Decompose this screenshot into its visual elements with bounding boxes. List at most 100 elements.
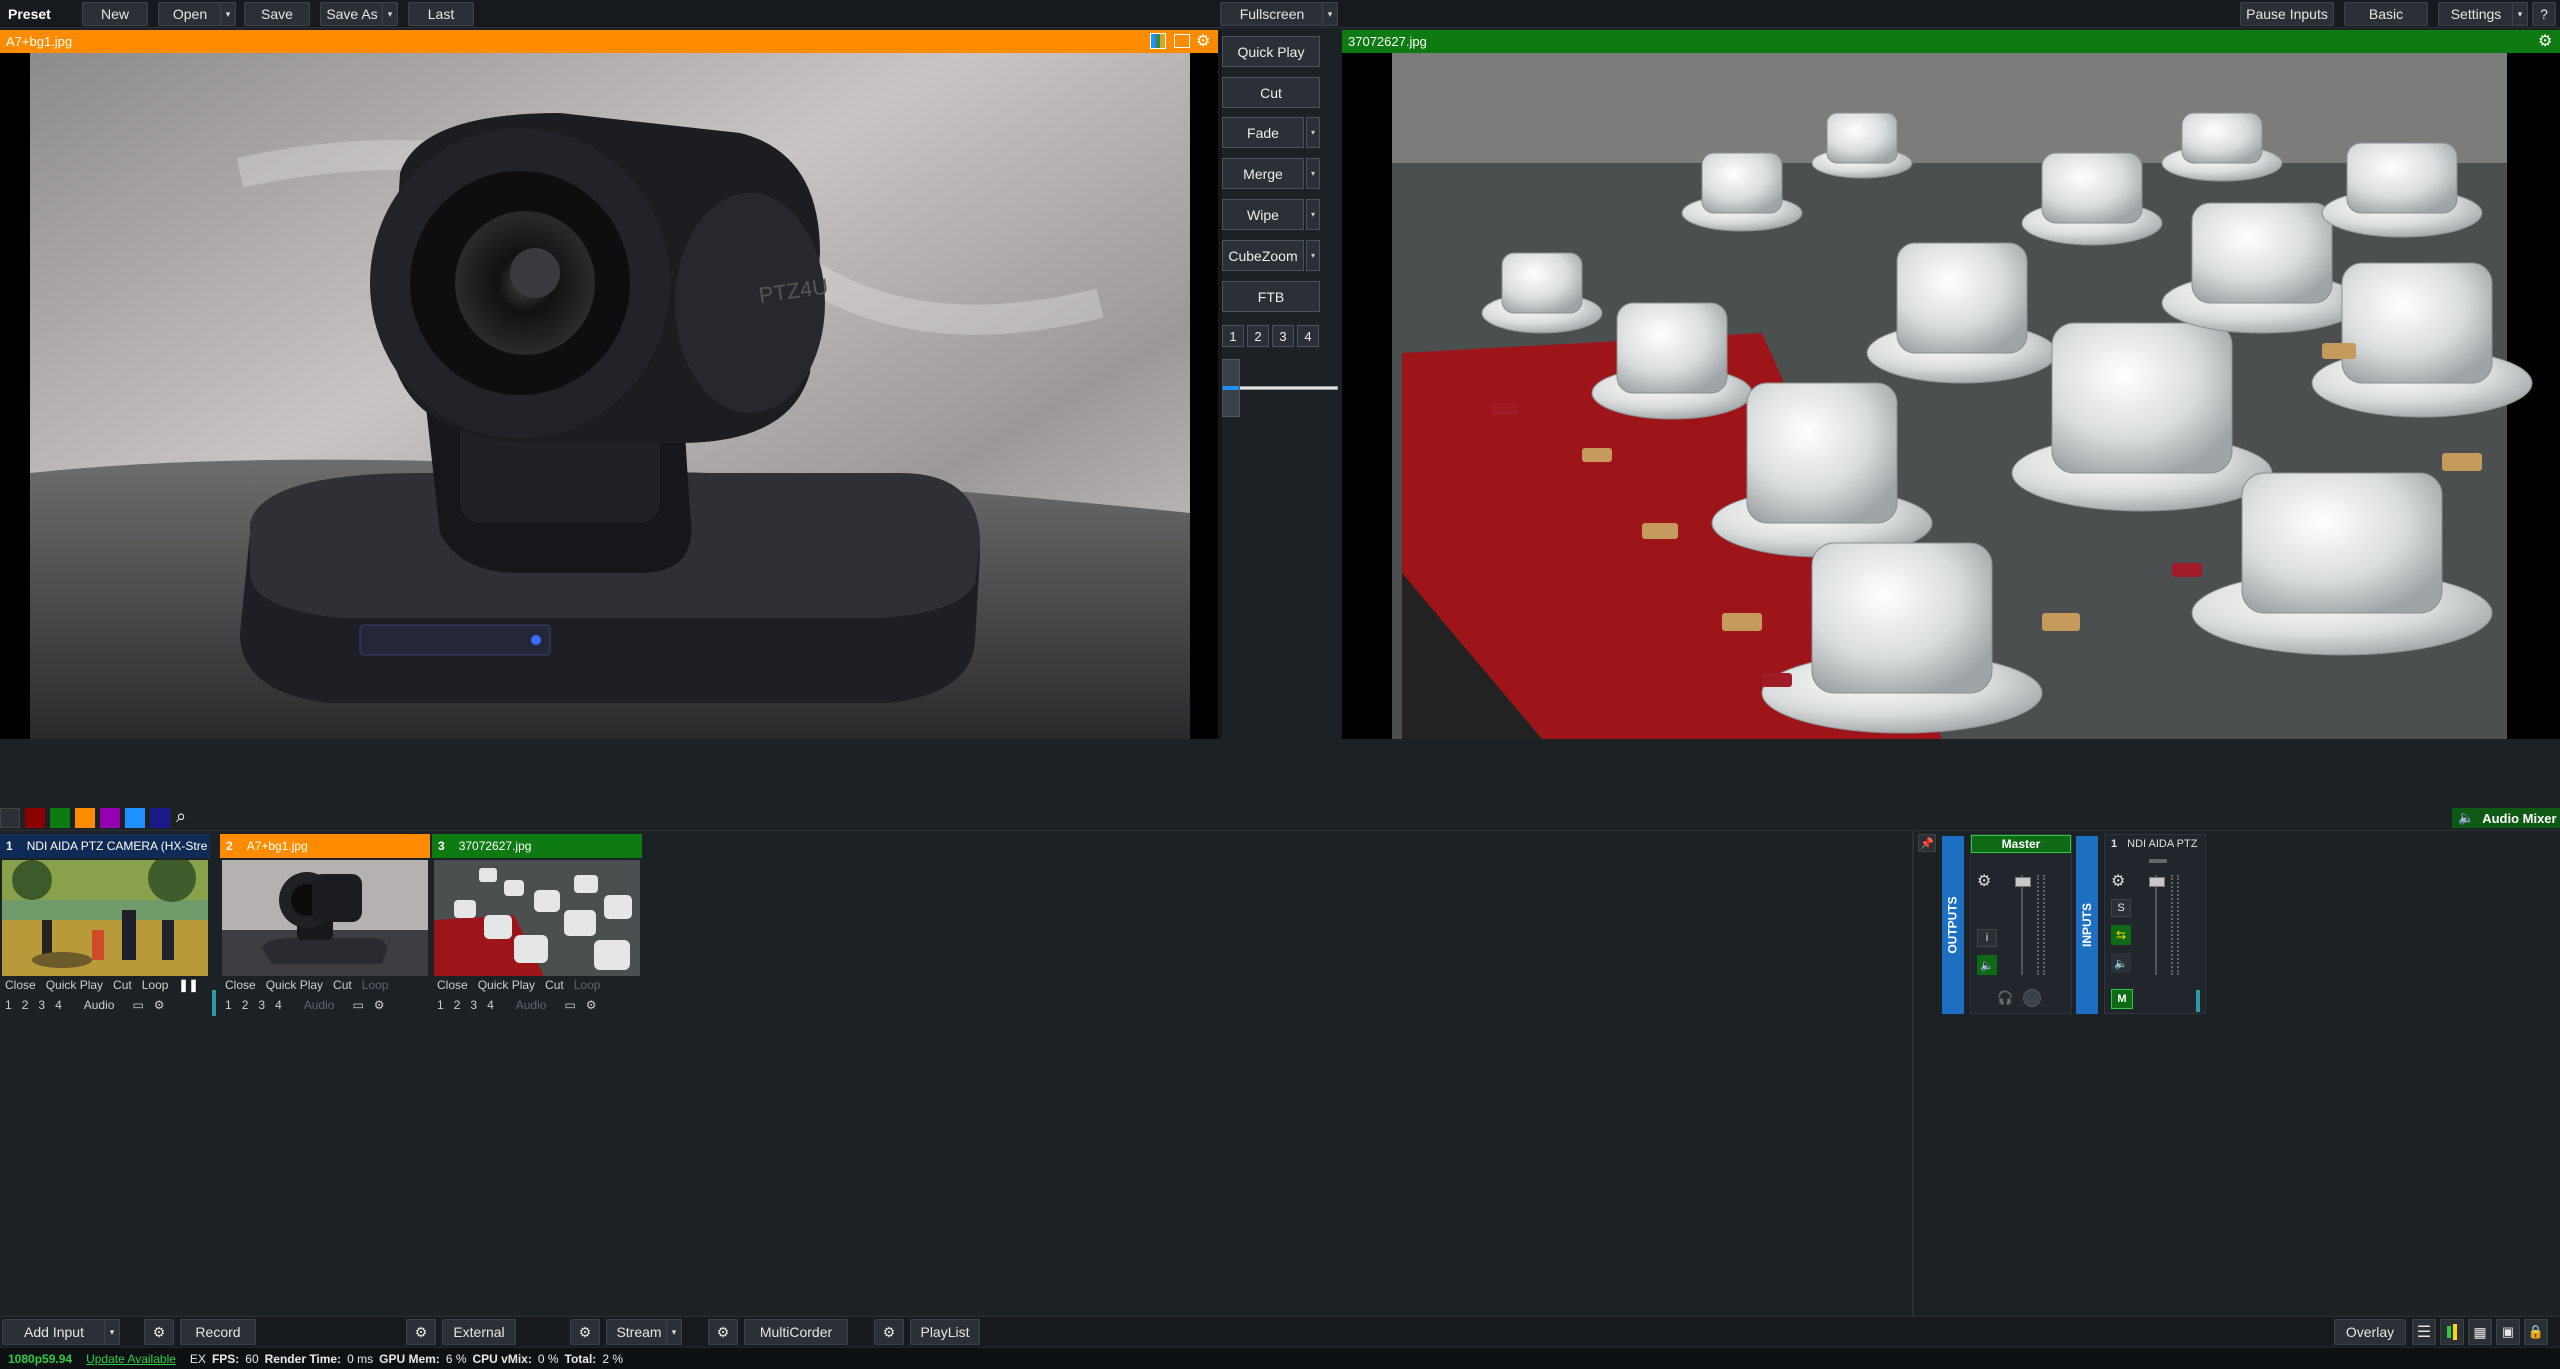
- open-dropdown-caret[interactable]: ▾: [220, 2, 236, 26]
- new-button[interactable]: New: [82, 2, 148, 26]
- search-icon[interactable]: ⌕: [176, 806, 186, 827]
- color-filter-purple[interactable]: [100, 808, 120, 828]
- quick-play-button[interactable]: Quick Play: [1222, 36, 1320, 67]
- merge-button[interactable]: Merge: [1222, 158, 1304, 189]
- input-2-audio-button[interactable]: Audio: [299, 998, 340, 1012]
- input-2-overlay-3-button[interactable]: 3: [253, 998, 270, 1012]
- program-viewport[interactable]: [1342, 53, 2560, 739]
- playlist-settings-gear-icon[interactable]: ⚙: [874, 1319, 904, 1345]
- input-1-loop-button[interactable]: Loop: [137, 978, 174, 992]
- stream-settings-gear-icon[interactable]: ⚙: [570, 1319, 600, 1345]
- master-info-button[interactable]: i: [1977, 929, 1997, 947]
- master-fader-track[interactable]: [2021, 875, 2023, 975]
- gear-icon[interactable]: ⚙: [1196, 31, 1210, 51]
- input-1-cut-button[interactable]: Cut: [108, 978, 137, 992]
- help-button[interactable]: ?: [2532, 2, 2556, 26]
- overlay-preview-icon[interactable]: [1174, 34, 1190, 48]
- pin-icon[interactable]: 📌: [1918, 834, 1936, 852]
- input-1-close-button[interactable]: Close: [0, 978, 41, 992]
- color-filter-blue[interactable]: [125, 808, 145, 828]
- wipe-dropdown-caret[interactable]: ▾: [1306, 199, 1320, 230]
- input-1-overlay-4-button[interactable]: 4: [50, 998, 67, 1012]
- monitor-icon[interactable]: ▭: [127, 998, 148, 1012]
- pause-icon[interactable]: ❚❚: [173, 978, 203, 992]
- input-3-overlay-2-button[interactable]: 2: [449, 998, 466, 1012]
- lock-icon[interactable]: 🔒: [2524, 1319, 2548, 1345]
- overlay-button[interactable]: Overlay: [2334, 1319, 2406, 1345]
- channel-1-fader-handle[interactable]: [2149, 877, 2165, 887]
- input-1-overlay-1-button[interactable]: 1: [0, 998, 17, 1012]
- wipe-button[interactable]: Wipe: [1222, 199, 1304, 230]
- input-1-audio-button[interactable]: Audio: [79, 998, 120, 1012]
- color-filter-red[interactable]: [25, 808, 45, 828]
- t-bar-handle[interactable]: [1222, 359, 1240, 417]
- basic-button[interactable]: Basic: [2344, 2, 2428, 26]
- input-1-overlay-2-button[interactable]: 2: [17, 998, 34, 1012]
- screenshot-icon[interactable]: ▣: [2496, 1319, 2520, 1345]
- grid-view-icon[interactable]: ▦: [2468, 1319, 2492, 1345]
- transition-2-button[interactable]: 2: [1247, 325, 1269, 347]
- transition-1-button[interactable]: 1: [1222, 325, 1244, 347]
- external-settings-gear-icon[interactable]: ⚙: [406, 1319, 436, 1345]
- input-2-loop-button[interactable]: Loop: [357, 978, 394, 992]
- input-3-quick-play-button[interactable]: Quick Play: [473, 978, 540, 992]
- input-3-thumbnail[interactable]: [434, 860, 640, 976]
- transition-4-button[interactable]: 4: [1297, 325, 1319, 347]
- channel-1-solo-button[interactable]: S: [2111, 899, 2131, 917]
- color-filter-none[interactable]: [0, 808, 20, 828]
- color-filter-orange[interactable]: [75, 808, 95, 828]
- input-3-loop-button[interactable]: Loop: [569, 978, 606, 992]
- monitor-icon[interactable]: ▭: [559, 998, 580, 1012]
- last-button[interactable]: Last: [408, 2, 474, 26]
- master-fader-handle[interactable]: [2015, 877, 2031, 887]
- color-filter-navy[interactable]: [150, 808, 170, 828]
- merge-dropdown-caret[interactable]: ▾: [1306, 158, 1320, 189]
- open-button[interactable]: Open: [158, 2, 222, 26]
- save-as-dropdown-caret[interactable]: ▾: [382, 2, 398, 26]
- speaker-icon[interactable]: 🔈: [1977, 955, 1997, 975]
- cubezoom-button[interactable]: CubeZoom: [1222, 240, 1304, 271]
- fade-button[interactable]: Fade: [1222, 117, 1304, 148]
- bus-arrow-icon[interactable]: ⇆: [2111, 925, 2131, 945]
- monitor-icon[interactable]: ▭: [347, 998, 368, 1012]
- fullscreen-button[interactable]: Fullscreen: [1220, 2, 1324, 26]
- gear-icon[interactable]: ⚙: [369, 998, 390, 1012]
- gear-icon[interactable]: ⚙: [149, 998, 170, 1012]
- fade-dropdown-caret[interactable]: ▾: [1306, 117, 1320, 148]
- input-3-cut-button[interactable]: Cut: [540, 978, 569, 992]
- save-as-button[interactable]: Save As: [320, 2, 384, 26]
- cut-button[interactable]: Cut: [1222, 77, 1320, 108]
- external-button[interactable]: External: [442, 1319, 516, 1345]
- input-tile-2[interactable]: 2 A7+bg1.jpg Close Quick Play Cut Loop 1…: [220, 834, 430, 1018]
- input-2-thumbnail[interactable]: [222, 860, 428, 976]
- update-available-link[interactable]: Update Available: [86, 1352, 176, 1366]
- input-2-overlay-4-button[interactable]: 4: [270, 998, 287, 1012]
- input-3-overlay-4-button[interactable]: 4: [482, 998, 499, 1012]
- speaker-icon[interactable]: 🔈: [2111, 953, 2131, 973]
- input-2-close-button[interactable]: Close: [220, 978, 261, 992]
- record-button[interactable]: Record: [180, 1319, 256, 1345]
- gear-icon[interactable]: ⚙: [581, 998, 602, 1012]
- input-2-overlay-1-button[interactable]: 1: [220, 998, 237, 1012]
- cubezoom-dropdown-caret[interactable]: ▾: [1306, 240, 1320, 271]
- outputs-tab[interactable]: OUTPUTS: [1942, 836, 1964, 1014]
- master-pan-knob[interactable]: [2023, 989, 2041, 1007]
- channel-1-fader-track[interactable]: [2155, 875, 2157, 975]
- channel-1-mute-button[interactable]: M: [2111, 989, 2133, 1009]
- gear-icon[interactable]: ⚙: [2111, 871, 2125, 891]
- record-settings-gear-icon[interactable]: ⚙: [144, 1319, 174, 1345]
- stream-button[interactable]: Stream: [606, 1319, 672, 1345]
- stream-dropdown-caret[interactable]: ▾: [666, 1319, 682, 1345]
- add-input-button[interactable]: Add Input: [2, 1319, 106, 1345]
- inputs-tab[interactable]: INPUTS: [2076, 836, 2098, 1014]
- color-bars-icon[interactable]: [1150, 33, 1166, 49]
- input-3-close-button[interactable]: Close: [432, 978, 473, 992]
- settings-button[interactable]: Settings: [2438, 2, 2514, 26]
- settings-dropdown-caret[interactable]: ▾: [2512, 2, 2528, 26]
- add-input-dropdown-caret[interactable]: ▾: [104, 1319, 120, 1345]
- pause-inputs-button[interactable]: Pause Inputs: [2240, 2, 2334, 26]
- input-3-overlay-3-button[interactable]: 3: [465, 998, 482, 1012]
- audio-meter-view-icon[interactable]: [2440, 1319, 2464, 1345]
- ftb-button[interactable]: FTB: [1222, 281, 1320, 312]
- color-filter-green[interactable]: [50, 808, 70, 828]
